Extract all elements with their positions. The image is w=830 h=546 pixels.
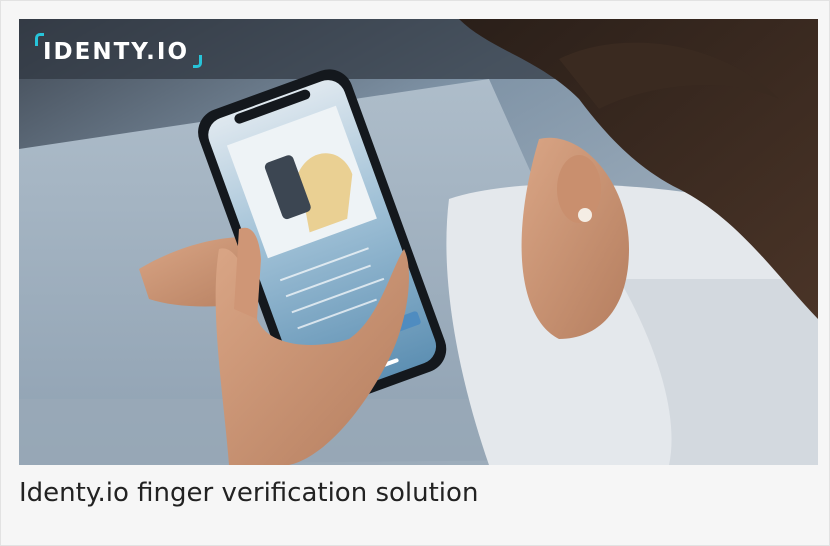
- logo-text: IDENTY.IO: [43, 39, 189, 65]
- logo-bracket-bottom-right: [193, 55, 202, 68]
- image-caption: Identy.io finger verification solution: [19, 478, 479, 508]
- image-figure: IDENTY.IO Identy.io finger verification …: [0, 0, 830, 546]
- photo-illustration: [19, 19, 818, 465]
- photo-person-using-phone: IDENTY.IO: [19, 19, 818, 465]
